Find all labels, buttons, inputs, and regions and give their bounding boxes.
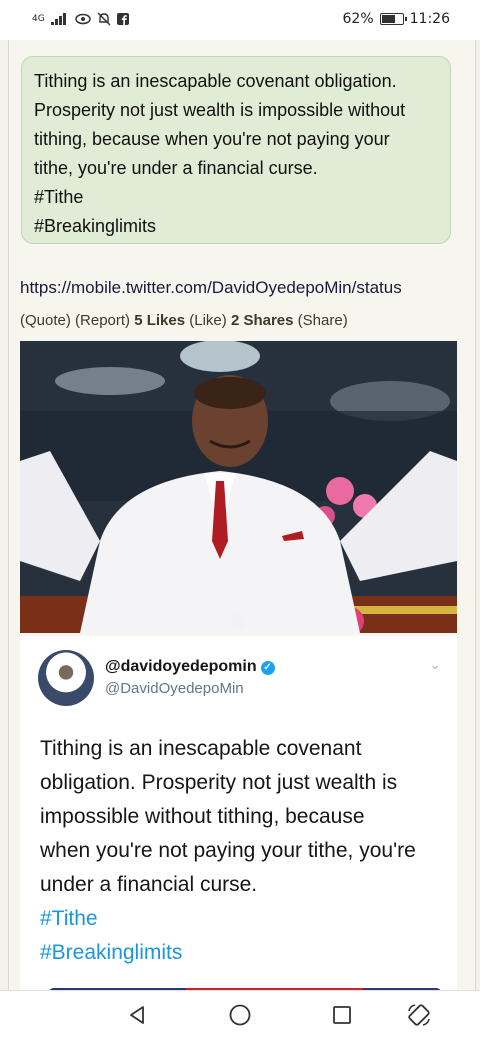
- tweet-body: Tithing is an inescapable covenant oblig…: [40, 732, 450, 970]
- like-link[interactable]: (Like): [189, 312, 227, 329]
- navigation-bar: [0, 990, 480, 1040]
- status-bar: 4G 62% 11:26: [0, 0, 480, 40]
- eye-comfort-icon: [74, 13, 91, 25]
- embedded-tweet[interactable]: @davidoyedepomin ✓ @DavidOyedepoMin ⌄ Tit…: [20, 636, 457, 990]
- post-actions: (Quote) (Report) 5 Likes (Like) 2 Shares…: [20, 312, 348, 329]
- post-line: Prosperity not just wealth is impossible…: [34, 100, 406, 120]
- tweet-hashtag[interactable]: #Breakinglimits: [40, 936, 450, 970]
- tweet-line: impossible without tithing, because: [40, 805, 365, 828]
- battery-icon: [379, 13, 407, 25]
- tweet-display-name-text: @davidoyedepomin: [105, 658, 257, 675]
- tweet-link[interactable]: https://mobile.twitter.com/DavidOyedepoM…: [20, 278, 402, 298]
- clock: 11:26: [409, 11, 450, 27]
- post-line: tithing, because when you're not paying …: [34, 129, 390, 149]
- forum-post: Tithing is an inescapable covenant oblig…: [8, 40, 476, 990]
- quote-link[interactable]: (Quote): [20, 312, 71, 329]
- tweet-line: when you're not paying your tithe, you'r…: [40, 839, 416, 862]
- tweet-avatar[interactable]: [38, 650, 94, 706]
- notifications-off-icon: [97, 12, 111, 26]
- post-photo[interactable]: [20, 341, 457, 633]
- post-line: Tithing is an inescapable covenant oblig…: [34, 71, 397, 91]
- shares-count: 2 Shares: [230, 312, 294, 329]
- home-icon[interactable]: [224, 999, 256, 1031]
- status-icons-left: 4G: [32, 12, 129, 26]
- report-link[interactable]: (Report): [75, 312, 130, 329]
- facebook-icon: [116, 13, 129, 25]
- recents-icon[interactable]: [326, 999, 358, 1031]
- post-text-box: Tithing is an inescapable covenant oblig…: [21, 56, 451, 244]
- post-line: tithe, you're under a financial curse.: [34, 158, 318, 178]
- post-hashtag: #Breakinglimits: [34, 216, 157, 236]
- network-type: 4G: [32, 14, 45, 24]
- share-link[interactable]: (Share): [298, 312, 348, 329]
- signal-icon: [50, 13, 66, 25]
- tweet-line: Tithing is an inescapable covenant: [40, 737, 362, 760]
- tweet-handle[interactable]: @DavidOyedepoMin: [105, 680, 244, 697]
- rotate-icon[interactable]: [403, 999, 435, 1031]
- battery-percent: 62%: [342, 11, 374, 27]
- tweet-hashtag[interactable]: #Tithe: [40, 902, 450, 936]
- post-hashtag: #Tithe: [34, 187, 84, 207]
- tweet-display-name[interactable]: @davidoyedepomin ✓: [105, 658, 275, 676]
- tweet-line: obligation. Prosperity not just wealth i…: [40, 771, 398, 794]
- tweet-line: under a financial curse.: [40, 873, 258, 896]
- chevron-down-icon[interactable]: ⌄: [429, 656, 441, 673]
- status-icons-right: 62% 11:26: [343, 11, 450, 27]
- verified-badge-icon: ✓: [260, 661, 275, 675]
- likes-count: 5 Likes: [134, 312, 186, 329]
- back-icon[interactable]: [121, 999, 153, 1031]
- photo-illustration: [20, 341, 457, 633]
- battery-fill: [381, 15, 396, 23]
